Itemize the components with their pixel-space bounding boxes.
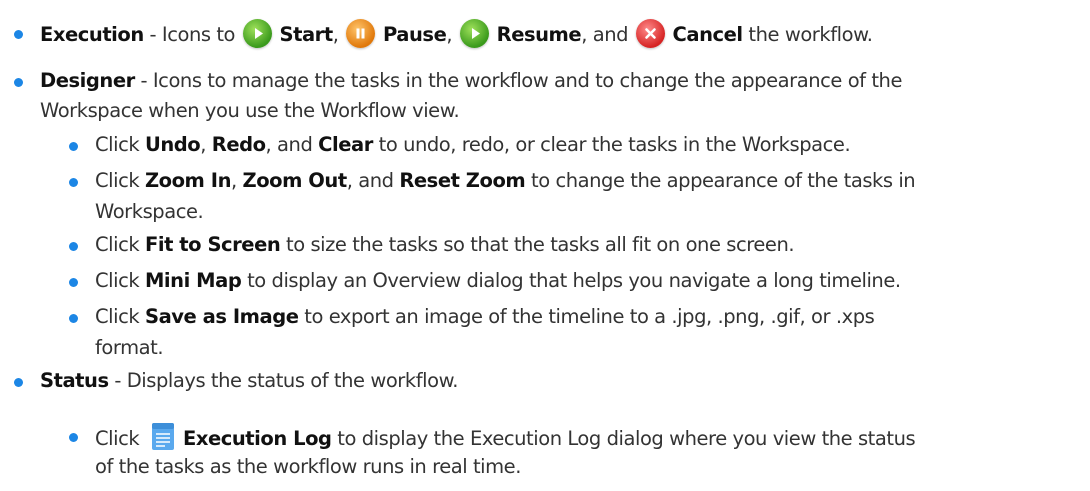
list-item-save-image: Click Save as Image to export an image o… — [95, 305, 875, 328]
cancel-icon — [635, 19, 665, 48]
designer-line-2: Workspace when you use the Workflow view… — [40, 99, 460, 122]
pause-label: Pause — [382, 23, 447, 46]
resume-label: Resume — [496, 23, 582, 46]
document: Execution - Icons to Start, Pause, Resum… — [0, 0, 1090, 491]
list-item-zoom: Click Zoom In, Zoom Out, and Reset Zoom … — [95, 169, 916, 192]
cancel-label: Cancel — [672, 23, 744, 46]
execution-term: Execution — [40, 23, 144, 46]
list-item-undo: Click Undo, Redo, and Clear to undo, red… — [95, 133, 851, 156]
execution-log-icon — [151, 422, 175, 451]
execution-line: Execution - Icons to Start, Pause, Resum… — [40, 19, 873, 48]
play-icon — [242, 19, 272, 48]
save-as-image-label: Save as Image — [144, 305, 299, 328]
status-term: Status — [40, 369, 109, 392]
status-line: Status - Displays the status of the work… — [40, 369, 459, 392]
list-item-fit: Click Fit to Screen to size the tasks so… — [95, 233, 795, 256]
list-item-save-image-cont: format. — [95, 336, 164, 359]
reset-zoom-label: Reset Zoom — [399, 169, 526, 192]
list-item-zoom-cont: Workspace. — [95, 200, 204, 223]
designer-term: Designer — [40, 69, 135, 92]
clear-label: Clear — [318, 133, 373, 156]
sub-bullet — [69, 433, 78, 442]
pause-icon — [346, 19, 376, 48]
bullet — [14, 78, 23, 87]
designer-line: Designer - Icons to manage the tasks in … — [40, 69, 902, 92]
resume-icon — [459, 19, 489, 48]
sub-bullet — [69, 314, 78, 323]
list-item-execution-log: Click Execution Log to display the Execu… — [95, 422, 916, 451]
start-label: Start — [279, 23, 334, 46]
execution-log-label: Execution Log — [182, 427, 332, 450]
sub-bullet — [69, 278, 78, 287]
mini-map-label: Mini Map — [144, 269, 242, 292]
bullet — [14, 30, 23, 39]
redo-label: Redo — [211, 133, 266, 156]
zoom-out-label: Zoom Out — [242, 169, 348, 192]
bullet — [14, 378, 23, 387]
zoom-in-label: Zoom In — [144, 169, 231, 192]
fit-to-screen-label: Fit to Screen — [144, 233, 281, 256]
list-item-minimap: Click Mini Map to display an Overview di… — [95, 269, 901, 292]
undo-label: Undo — [144, 133, 201, 156]
sub-bullet — [69, 142, 78, 151]
sub-bullet — [69, 242, 78, 251]
list-item-execution-log-cont: of the tasks as the workflow runs in rea… — [95, 455, 521, 478]
sub-bullet — [69, 178, 78, 187]
